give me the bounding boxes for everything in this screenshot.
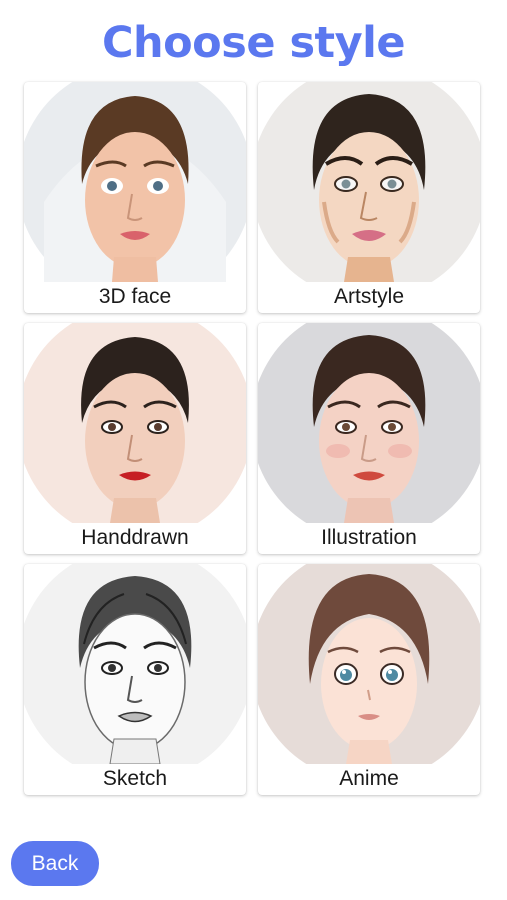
style-card-illustration[interactable]: Illustration — [258, 323, 480, 554]
style-label: Artstyle — [333, 285, 404, 308]
style-grid: 3D face Artstyle Handdrawn Illustration … — [24, 82, 482, 795]
handdrawn-portrait-icon — [24, 323, 246, 523]
style-card-anime[interactable]: Anime — [258, 564, 480, 795]
style-label: Illustration — [321, 526, 417, 549]
style-card-handdrawn[interactable]: Handdrawn — [24, 323, 246, 554]
illustration-portrait-icon — [258, 323, 480, 523]
style-card-3d-face[interactable]: 3D face — [24, 82, 246, 313]
back-button[interactable]: Back — [11, 841, 99, 886]
sketch-portrait-icon — [24, 564, 246, 764]
choose-style-screen: Choose style 3D face Artstyle Handdrawn … — [0, 0, 507, 900]
style-card-artstyle[interactable]: Artstyle — [258, 82, 480, 313]
style-label: Sketch — [102, 767, 168, 790]
page-title: Choose style — [101, 18, 406, 68]
style-label: 3D face — [98, 285, 172, 308]
style-label: Handdrawn — [81, 526, 189, 549]
3d-face-portrait-icon — [24, 82, 246, 282]
artstyle-portrait-icon — [258, 82, 480, 282]
anime-portrait-icon — [258, 564, 480, 764]
style-label: Anime — [339, 767, 399, 790]
style-card-sketch[interactable]: Sketch — [24, 564, 246, 795]
